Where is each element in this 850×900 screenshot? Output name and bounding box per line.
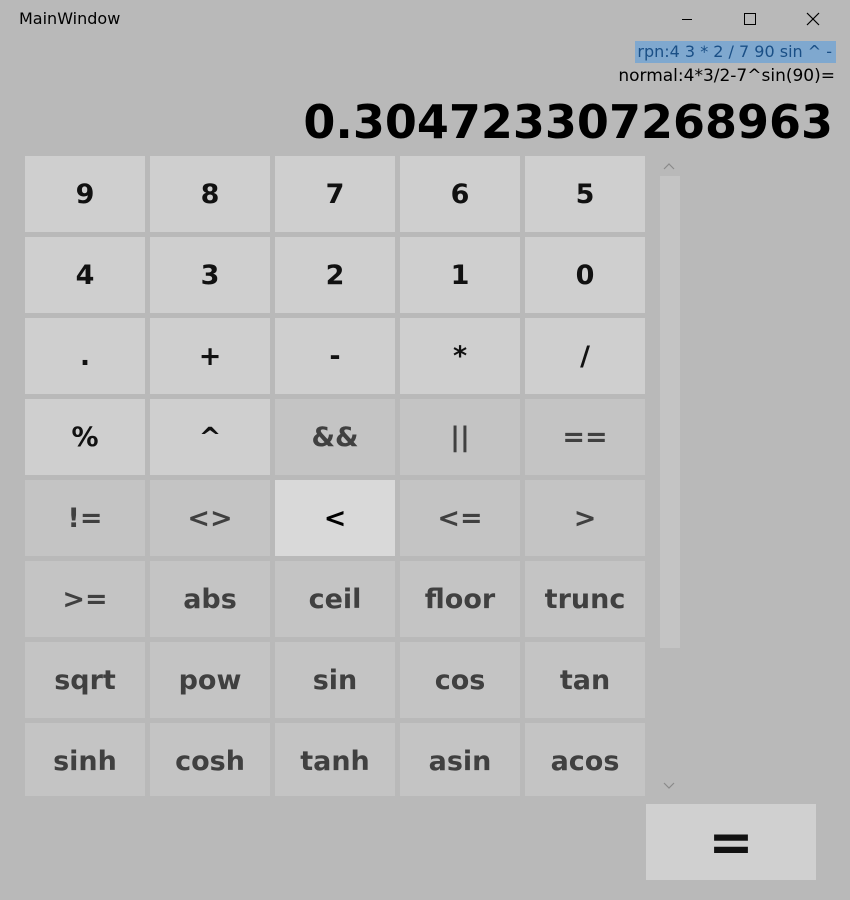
key-2[interactable]: 2 xyxy=(275,237,395,313)
rpn-expression[interactable]: rpn:4 3 * 2 / 7 90 sin ^ - xyxy=(635,41,836,63)
window-title: MainWindow xyxy=(19,9,121,28)
key-9[interactable]: 9 xyxy=(25,156,145,232)
close-icon xyxy=(806,12,820,26)
scroll-track[interactable] xyxy=(660,176,680,648)
key-less[interactable]: < xyxy=(275,480,395,556)
key-4[interactable]: 4 xyxy=(25,237,145,313)
key-less-equal[interactable]: <= xyxy=(400,480,520,556)
key-not-equal-alt[interactable]: <> xyxy=(150,480,270,556)
key-greater-equal[interactable]: >= xyxy=(25,561,145,637)
key-3[interactable]: 3 xyxy=(150,237,270,313)
normal-expression: normal:4*3/2-7^sin(90)= xyxy=(618,66,835,86)
key-multiply[interactable]: * xyxy=(400,318,520,394)
key-pow[interactable]: pow xyxy=(150,642,270,718)
key-or[interactable]: || xyxy=(400,399,520,475)
key-cos[interactable]: cos xyxy=(400,642,520,718)
key-minus[interactable]: - xyxy=(275,318,395,394)
title-bar: MainWindow xyxy=(0,0,850,38)
key-6[interactable]: 6 xyxy=(400,156,520,232)
key-greater[interactable]: > xyxy=(525,480,645,556)
keypad: 9 8 7 6 5 4 3 2 1 0. + - * /% ^ && || == != <> < <= > >= abs ceil… xyxy=(25,156,645,796)
scroll-down-button[interactable] xyxy=(658,778,680,794)
key-sin[interactable]: sin xyxy=(275,642,395,718)
key-1[interactable]: 1 xyxy=(400,237,520,313)
maximize-icon xyxy=(744,13,756,25)
key-dot[interactable]: . xyxy=(25,318,145,394)
key-trunc[interactable]: trunc xyxy=(525,561,645,637)
key-abs[interactable]: abs xyxy=(150,561,270,637)
key-5[interactable]: 5 xyxy=(525,156,645,232)
keypad-scrollbar[interactable] xyxy=(658,156,680,796)
chevron-up-icon xyxy=(663,163,675,170)
key-percent[interactable]: % xyxy=(25,399,145,475)
key-power[interactable]: ^ xyxy=(150,399,270,475)
key-and[interactable]: && xyxy=(275,399,395,475)
maximize-button[interactable] xyxy=(727,0,773,38)
key-equal[interactable]: == xyxy=(525,399,645,475)
result-display: 0.304723307268963 xyxy=(303,95,833,149)
key-ceil[interactable]: ceil xyxy=(275,561,395,637)
scroll-up-button[interactable] xyxy=(658,158,680,174)
key-floor[interactable]: floor xyxy=(400,561,520,637)
key-not-equal[interactable]: != xyxy=(25,480,145,556)
key-tan[interactable]: tan xyxy=(525,642,645,718)
key-7[interactable]: 7 xyxy=(275,156,395,232)
key-divide[interactable]: / xyxy=(525,318,645,394)
key-asin[interactable]: asin xyxy=(400,723,520,796)
key-acos[interactable]: acos xyxy=(525,723,645,796)
minimize-icon xyxy=(682,19,692,20)
close-button[interactable] xyxy=(790,0,836,38)
key-sqrt[interactable]: sqrt xyxy=(25,642,145,718)
key-tanh[interactable]: tanh xyxy=(275,723,395,796)
key-cosh[interactable]: cosh xyxy=(150,723,270,796)
key-0[interactable]: 0 xyxy=(525,237,645,313)
minimize-button[interactable] xyxy=(664,0,710,38)
key-sinh[interactable]: sinh xyxy=(25,723,145,796)
equals-button[interactable]: = xyxy=(646,804,816,880)
chevron-down-icon xyxy=(663,782,675,789)
key-8[interactable]: 8 xyxy=(150,156,270,232)
key-plus[interactable]: + xyxy=(150,318,270,394)
